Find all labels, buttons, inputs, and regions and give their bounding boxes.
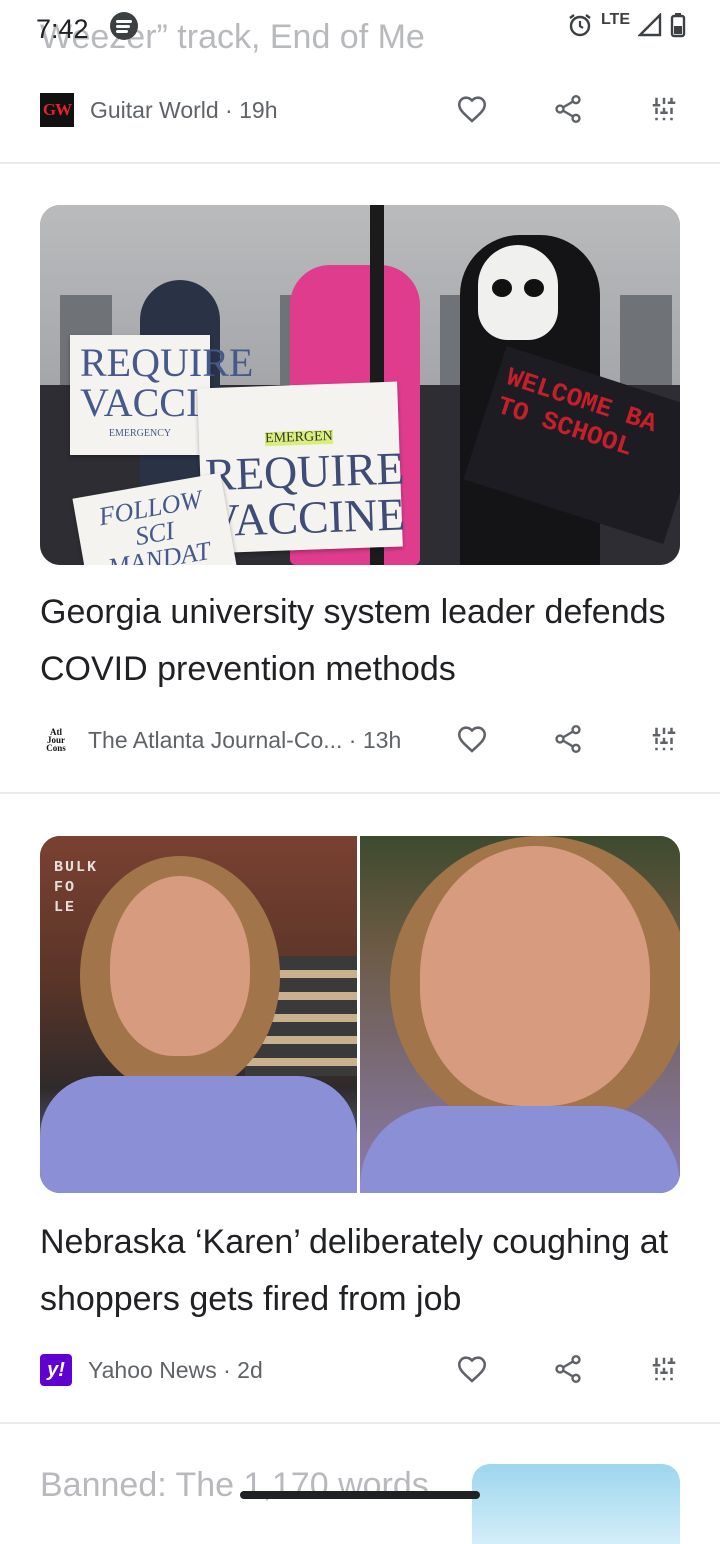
more-options-button[interactable] [640, 715, 688, 763]
share-button[interactable] [544, 85, 592, 133]
status-icons: LTE [567, 11, 686, 38]
divider [0, 1422, 720, 1424]
battery-icon [670, 13, 686, 38]
like-button[interactable] [448, 1345, 496, 1393]
divider [0, 792, 720, 794]
signal-icon [638, 13, 662, 37]
divider [0, 162, 720, 164]
previous-card-actions [0, 85, 720, 135]
like-button[interactable] [448, 715, 496, 763]
next-card-thumbnail[interactable] [472, 1464, 680, 1544]
heart-icon [457, 96, 487, 123]
alarm-icon [569, 14, 591, 37]
article-image[interactable]: BULK FO LE [40, 836, 680, 1193]
share-icon [555, 725, 581, 753]
tune-icon [652, 727, 676, 751]
sign-small-text: EMERGENCY [108, 428, 172, 439]
share-icon [555, 1355, 581, 1383]
sign-text: FOLLOW SCI MANDAT MASKS [96, 484, 213, 565]
article-actions [0, 1345, 720, 1395]
article-actions [0, 715, 720, 765]
tune-icon [652, 97, 676, 121]
more-options-button[interactable] [640, 1345, 688, 1393]
gesture-home-bar[interactable] [240, 1491, 480, 1499]
sign-text: REQUIRE VACCINE [204, 442, 407, 547]
article-title[interactable]: Georgia university system leader defends… [40, 584, 680, 698]
article-title[interactable]: Nebraska ‘Karen’ deliberately coughing a… [40, 1214, 680, 1328]
spotify-icon [110, 12, 138, 40]
sign-text: REQUIRE VACCIN [80, 340, 254, 425]
network-type: LTE [600, 11, 630, 28]
article-image[interactable]: REQUIRE VACCIN EMERGENCY EMERGEN REQUIRE… [40, 205, 680, 565]
heart-icon [457, 726, 487, 753]
sign-small-text: EMERGEN [264, 428, 334, 447]
share-button[interactable] [544, 715, 592, 763]
status-time: 7:42 [36, 14, 89, 44]
store-sign-text: BULK FO LE [54, 859, 99, 916]
next-card-title[interactable]: Banned: The 1,170 words [40, 1466, 429, 1505]
like-button[interactable] [448, 85, 496, 133]
tune-icon [652, 1357, 676, 1381]
share-icon [555, 95, 581, 123]
share-button[interactable] [544, 1345, 592, 1393]
skull-mask [478, 245, 558, 340]
more-options-button[interactable] [640, 85, 688, 133]
heart-icon [457, 1356, 487, 1383]
previous-card-title[interactable]: Weezer” track, End of Me [40, 18, 425, 57]
